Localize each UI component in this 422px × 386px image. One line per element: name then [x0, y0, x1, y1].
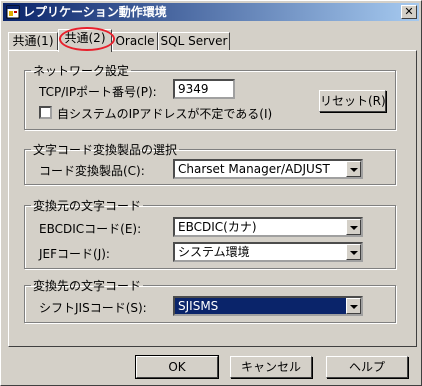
- tab-panel: ネットワーク設定 TCP/IPポート番号(P): 9349 自システムのIPアド…: [8, 50, 417, 347]
- tab-sql-server[interactable]: SQL Server: [158, 32, 230, 50]
- tab-label: 共通(2): [64, 31, 106, 45]
- product-label: コード変換製品(C):: [39, 164, 145, 178]
- ip-unfixed-label: 自システムのIPアドレスが不定である(I): [57, 107, 273, 121]
- close-button[interactable]: ✕: [401, 5, 417, 19]
- tab-label: 共通(1): [12, 34, 54, 48]
- sjis-select[interactable]: SJISMS: [173, 296, 363, 316]
- select-value: システム環境: [178, 245, 250, 259]
- close-icon: ✕: [404, 5, 414, 18]
- select-value: SJISMS: [178, 299, 219, 313]
- group-title: 変換先の文字コード: [33, 279, 142, 293]
- port-input[interactable]: 9349: [173, 79, 235, 99]
- product-select[interactable]: Charset Manager/ADJUST: [173, 159, 363, 179]
- dropdown-arrow-icon[interactable]: [346, 219, 361, 235]
- ebcdic-select[interactable]: EBCDIC(カナ): [173, 217, 363, 237]
- tab-oracle[interactable]: Oracle: [112, 32, 158, 50]
- dialog-window: レプリケーション動作環境 ✕ 共通(1) 共通(2) Oracle SQL Se…: [0, 0, 422, 386]
- tab-common-1[interactable]: 共通(1): [8, 32, 58, 50]
- group-title: 変換元の文字コード: [33, 199, 142, 213]
- cancel-button[interactable]: キャンセル: [230, 356, 312, 378]
- group-title: 文字コード変換製品の選択: [33, 143, 178, 157]
- dropdown-arrow-icon[interactable]: [346, 161, 361, 177]
- ip-unfixed-checkbox[interactable]: [39, 106, 52, 119]
- ebcdic-label: EBCDICコード(E):: [39, 222, 142, 236]
- dropdown-arrow-icon[interactable]: [346, 244, 361, 260]
- dropdown-arrow-icon[interactable]: [346, 298, 361, 314]
- reset-button[interactable]: リセット(R): [319, 90, 386, 112]
- app-window-icon: [6, 5, 20, 19]
- select-value: Charset Manager/ADJUST: [178, 162, 330, 176]
- window-title: レプリケーション動作環境: [23, 5, 167, 19]
- group-title: ネットワーク設定: [33, 64, 130, 78]
- port-label: TCP/IPポート番号(P):: [39, 85, 157, 99]
- help-button[interactable]: ヘルプ: [326, 356, 408, 378]
- select-value: EBCDIC(カナ): [178, 220, 257, 234]
- sjis-label: シフトJISコード(S):: [39, 301, 147, 315]
- tab-common-2[interactable]: 共通(2): [58, 29, 112, 52]
- jef-select[interactable]: システム環境: [173, 242, 363, 262]
- tab-label: Oracle: [115, 34, 155, 48]
- ok-button[interactable]: OK: [135, 355, 219, 379]
- jef-label: JEFコード(J):: [39, 247, 110, 261]
- title-bar[interactable]: レプリケーション動作環境 ✕: [3, 3, 419, 21]
- tab-label: SQL Server: [160, 34, 228, 48]
